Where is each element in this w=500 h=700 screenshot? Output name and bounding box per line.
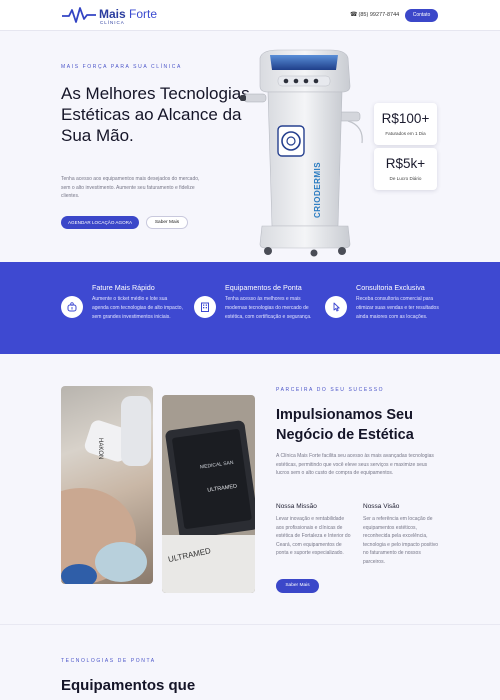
technologies-eyebrow: TECNOLOGIAS DE PONTA	[61, 658, 156, 664]
about-description: A Clínica Mais Forte facilita seu acesso…	[276, 453, 434, 476]
contact-button[interactable]: Contato	[405, 9, 438, 22]
device-screen-photo: MEDICAL SAN ULTRAMED ULTRAMED	[162, 395, 255, 593]
about-learn-more-button[interactable]: Saber Mais	[276, 579, 319, 593]
phone-link[interactable]: ☎ (85) 99277-8744	[350, 11, 399, 18]
stat-card-revenue: R$100+ Faturados em 1 Dia	[374, 103, 437, 145]
stat-value: R$5k+	[385, 156, 426, 171]
logo-brand: Mais Forte	[99, 7, 158, 21]
schedule-rental-button[interactable]: AGENDAR LOCAÇÃO AGORA	[61, 216, 139, 229]
feature-title: Equipamentos de Ponta	[225, 283, 302, 292]
stat-card-profit: R$5k+ De Lucro Diário	[374, 148, 437, 190]
equipment-section-title: Equipamentos que	[61, 677, 196, 694]
stat-label: De Lucro Diário	[389, 176, 422, 181]
handpiece-label: HAKON	[97, 438, 103, 459]
aesthetic-device-image: CRIODERMIS	[240, 49, 363, 257]
section-divider	[0, 624, 500, 625]
mission-text: Levar inovação e rentabilidade aos profi…	[276, 516, 351, 556]
feature-title: Consultoria Exclusiva	[356, 283, 425, 292]
vision-title: Nossa Visão	[363, 503, 400, 510]
treatment-photo: HAKON	[61, 386, 153, 584]
about-eyebrow: PARCEIRA DO SEU SUCESSO	[276, 387, 385, 393]
hero-title: As Melhores Tecnologias Estéticas ao Alc…	[61, 84, 250, 145]
stat-label: Faturados em 1 Dia	[385, 131, 426, 136]
vision-text: Ser a referência em locação de equipamen…	[363, 516, 439, 565]
feature-title: Fature Mais Rápido	[92, 283, 155, 292]
feature-description: Receba consultoria comercial para otimiz…	[356, 296, 439, 320]
mission-title: Nossa Missão	[276, 503, 317, 510]
feature-description: Aumente o ticket médio e lote sua agenda…	[92, 296, 183, 320]
about-title: Impulsionamos Seu Negócio de Estética	[276, 407, 414, 443]
phone-number: (85) 99277-8744	[358, 12, 400, 18]
hero-eyebrow: MAIS FORÇA PARA SUA CLÍNICA	[61, 64, 182, 70]
learn-more-button[interactable]: Saber Mais	[146, 216, 188, 229]
logo-subtitle: CLÍNICA	[100, 20, 125, 25]
logo[interactable]: Mais Forte CLÍNICA	[62, 6, 162, 26]
stat-value: R$100+	[381, 111, 430, 126]
piggy-bank-icon	[61, 296, 83, 318]
phone-icon: ☎	[350, 12, 358, 18]
device-column-label: CRIODERMIS	[313, 162, 322, 218]
heartbeat-logo-icon	[62, 7, 96, 23]
pointer-icon	[325, 296, 347, 318]
hero-description: Tenha acesso aos equipamentos mais desej…	[61, 176, 200, 199]
feature-description: Tenha acesso às melhores e mais modernas…	[225, 296, 312, 320]
building-icon	[194, 296, 216, 318]
site-header: Mais Forte CLÍNICA ☎ (85) 99277-8744 Con…	[0, 0, 500, 31]
